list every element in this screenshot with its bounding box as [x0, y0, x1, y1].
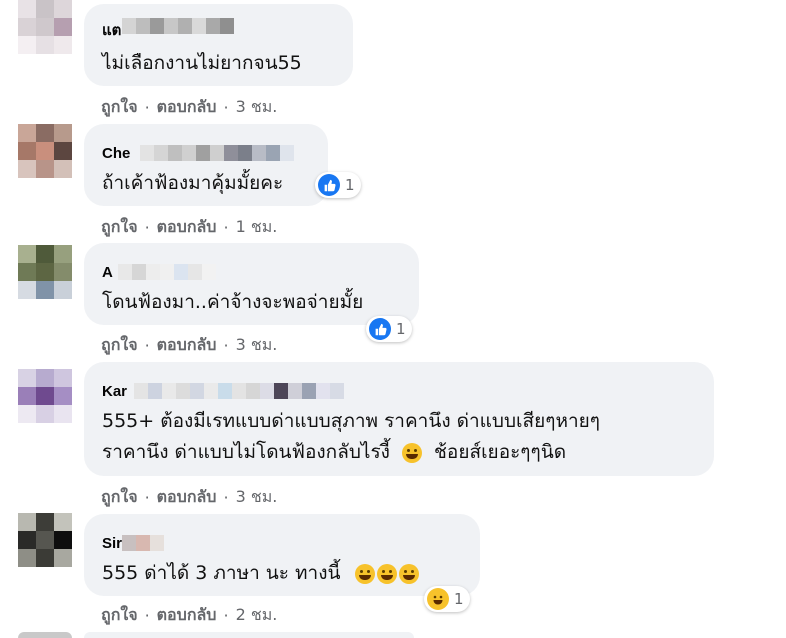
comment-actions: ถูกใจ · ตอบกลับ · 1 ชม. [101, 215, 277, 240]
reply-link[interactable]: ตอบกลับ [157, 215, 217, 240]
commenter-name[interactable]: แต [102, 18, 121, 42]
timestamp[interactable]: 1 ชม. [236, 215, 278, 240]
blurred-name [122, 18, 234, 34]
like-link[interactable]: ถูกใจ [101, 603, 138, 628]
avatar[interactable] [18, 0, 72, 54]
reaction-count[interactable]: 1 [366, 316, 412, 342]
separator: · [144, 606, 150, 625]
blurred-name [118, 264, 216, 280]
commenter-name[interactable]: Kar [102, 383, 127, 400]
comment-text: 555 ด่าได้ 3 ภาษา นะ ทางนี้ [102, 556, 419, 590]
timestamp[interactable]: 3 ชม. [236, 95, 278, 120]
separator: · [223, 606, 229, 625]
reply-link[interactable]: ตอบกลับ [157, 95, 217, 120]
comment-text-part: 555 ด่าได้ 3 ภาษา นะ ทางนี้ [102, 562, 341, 584]
reaction-number: 1 [454, 590, 464, 608]
comment-bubble: A โดนฟ้องมา..ค่าจ้างจะพอจ่ายมั้ย [84, 243, 419, 325]
like-icon [369, 318, 391, 340]
timestamp[interactable]: 3 ชม. [236, 333, 278, 358]
timestamp[interactable]: 3 ชม. [236, 485, 278, 510]
comment-text-part: ช้อยส์เยอะๆๆนิด [434, 441, 567, 463]
avatar[interactable] [18, 124, 72, 178]
separator: · [144, 336, 150, 355]
comment-actions: ถูกใจ · ตอบกลับ · 3 ชม. [101, 333, 277, 358]
reaction-count[interactable]: 1 [424, 586, 470, 612]
comment-text-part: ราคานึง ด่าแบบไม่โดนฟ้องกลับไรงี้ [102, 441, 390, 463]
blurred-name [122, 535, 164, 551]
comment-actions: ถูกใจ · ตอบกลับ · 3 ชม. [101, 485, 277, 510]
blurred-name [134, 383, 344, 399]
separator: · [223, 488, 229, 507]
comment-actions: ถูกใจ · ตอบกลับ · 2 ชม. [101, 603, 277, 628]
like-link[interactable]: ถูกใจ [101, 95, 138, 120]
reaction-number: 1 [345, 176, 355, 194]
reply-link[interactable]: ตอบกลับ [157, 485, 217, 510]
comment-text-line-2: ราคานึง ด่าแบบไม่โดนฟ้องกลับไรงี้ ช้อยส์… [102, 435, 566, 469]
comment-text: ถ้าเค้าฟ้องมาคุ้มมั้ยคะ [102, 172, 284, 194]
comment-bubble: Che ถ้าเค้าฟ้องมาคุ้มมั้ยคะ [84, 124, 328, 206]
comment-text: โดนฟ้องมา..ค่าจ้างจะพอจ่ายมั้ย [102, 291, 364, 313]
rofl-emoji-icon [401, 442, 422, 463]
reaction-number: 1 [396, 320, 406, 338]
laughing-emoji-icon [354, 563, 375, 584]
comment-text: ไม่เลือกงานไม่ยากจน55 [102, 52, 302, 74]
reply-link[interactable]: ตอบกลับ [157, 333, 217, 358]
separator: · [144, 98, 150, 117]
avatar[interactable] [18, 369, 72, 423]
separator: · [144, 488, 150, 507]
commenter-name[interactable]: Che [102, 145, 130, 162]
commenter-name[interactable]: A [102, 264, 113, 281]
avatar[interactable] [18, 245, 72, 299]
like-link[interactable]: ถูกใจ [101, 333, 138, 358]
comment-text-line-1: 555+ ต้องมีเรทแบบด่าแบบสุภาพ ราคานึง ด่า… [102, 410, 600, 432]
reply-link[interactable]: ตอบกลับ [157, 603, 217, 628]
comment-actions: ถูกใจ · ตอบกลับ · 3 ชม. [101, 95, 277, 120]
haha-icon [427, 588, 449, 610]
commenter-name[interactable]: Sir [102, 535, 122, 552]
separator: · [223, 98, 229, 117]
like-link[interactable]: ถูกใจ [101, 485, 138, 510]
separator: · [223, 336, 229, 355]
blurred-name [140, 145, 294, 161]
separator: · [223, 218, 229, 237]
next-comment-avatar-partial [18, 632, 72, 638]
like-icon [318, 174, 340, 196]
rofl-emoji-icon [376, 563, 397, 584]
reaction-count[interactable]: 1 [315, 172, 361, 198]
avatar[interactable] [18, 513, 72, 567]
timestamp[interactable]: 2 ชม. [236, 603, 278, 628]
rofl-emoji-icon [398, 563, 419, 584]
like-link[interactable]: ถูกใจ [101, 215, 138, 240]
comment-bubble: แต ไม่เลือกงานไม่ยากจน55 [84, 4, 353, 86]
next-comment-bubble-partial [84, 632, 414, 638]
separator: · [144, 218, 150, 237]
comment-bubble: Kar 555+ ต้องมีเรทแบบด่าแบบสุภาพ ราคานึง… [84, 362, 714, 476]
comment-bubble: Sir 555 ด่าได้ 3 ภาษา นะ ทางนี้ [84, 514, 480, 596]
